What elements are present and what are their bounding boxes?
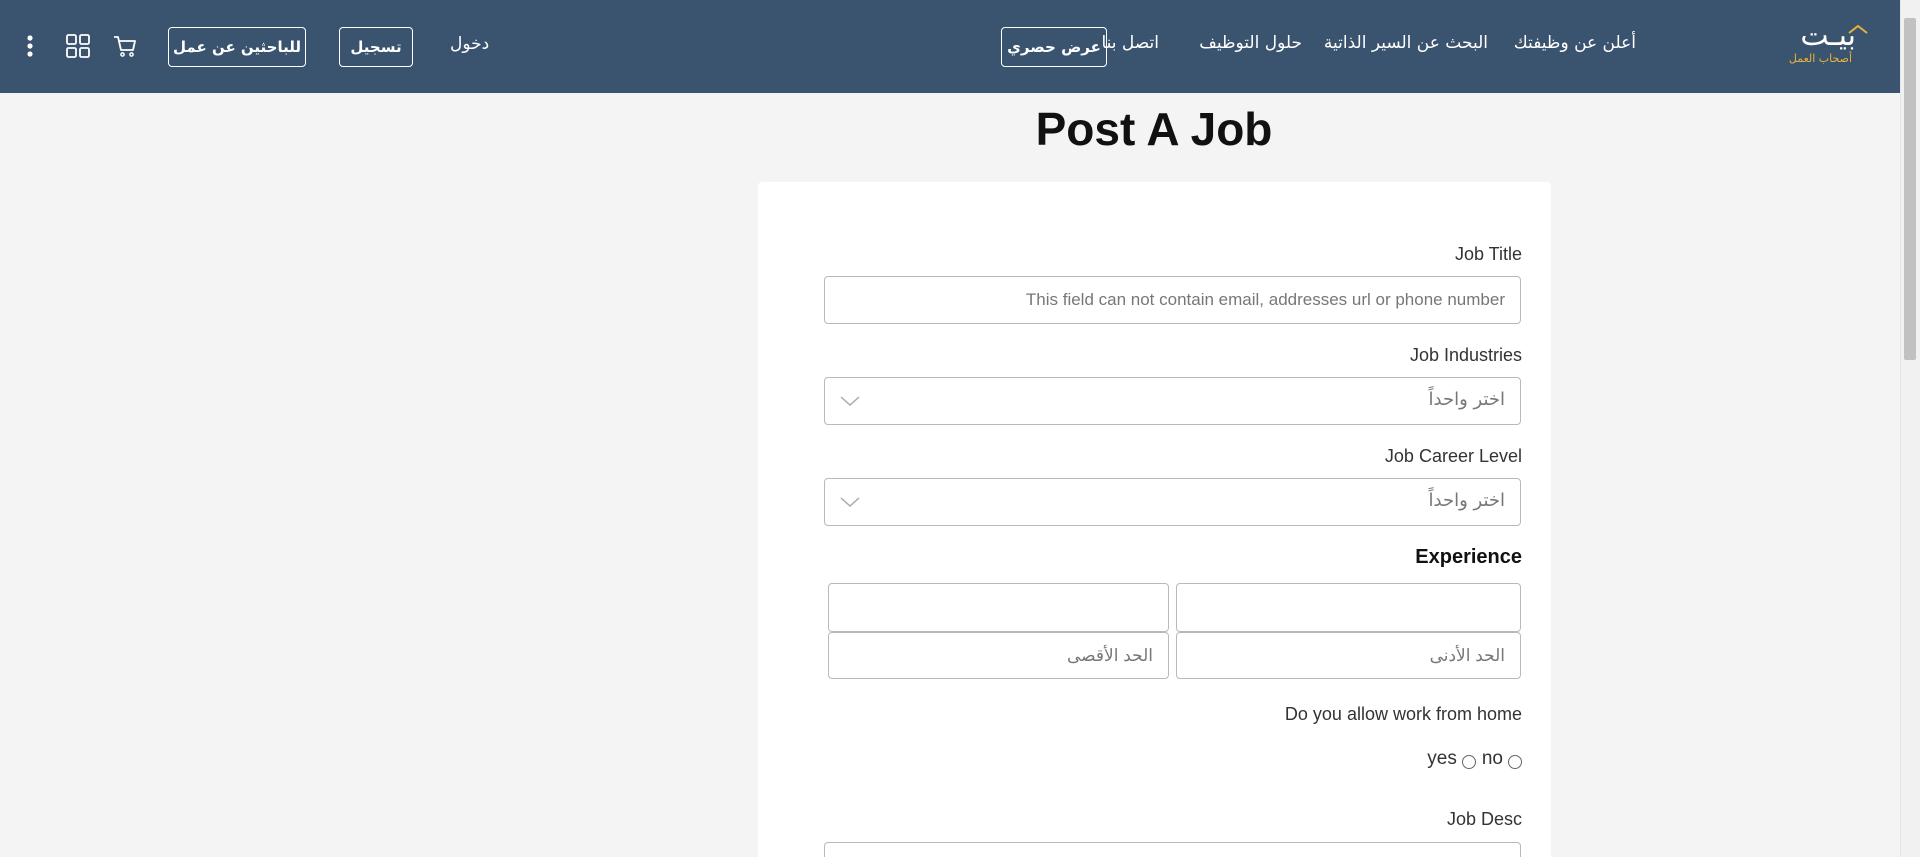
exclusive-offer-button[interactable]: عرض حصري <box>1001 27 1107 67</box>
chevron-down-icon <box>840 497 860 508</box>
job-industries-label: Job Industries <box>1409 345 1522 365</box>
experience-min-select[interactable] <box>1176 583 1521 632</box>
experience-max-placeholder: الحد الأقصى <box>1067 645 1153 665</box>
chevron-down-icon <box>840 396 860 407</box>
apps-grid-icon[interactable] <box>64 32 92 60</box>
top-navbar: بيـت أصحاب العمل أعلن عن وظيفتك البحث عن… <box>0 0 1900 93</box>
page-title: Post A Job <box>1035 103 1273 155</box>
experience-max-select[interactable] <box>828 583 1169 632</box>
wfh-no-radio[interactable] <box>1508 755 1522 769</box>
nav-cv-search[interactable]: البحث عن السير الذاتية <box>1324 33 1488 53</box>
job-career-level-label: Job Career Level <box>1384 446 1522 466</box>
job-industries-value: اختر واحداً <box>1428 389 1505 410</box>
job-title-label: Job Title <box>1454 244 1522 264</box>
experience-label: Experience <box>1415 546 1522 568</box>
wfh-no-label: no <box>1481 748 1503 769</box>
logo-subtitle: أصحاب العمل <box>1788 52 1852 65</box>
jobseekers-button[interactable]: للباحثين عن عمل <box>168 27 306 67</box>
experience-min-input[interactable]: الحد الأدنى <box>1176 632 1521 679</box>
experience-max-input[interactable]: الحد الأقصى <box>828 632 1169 679</box>
experience-min-placeholder: الحد الأدنى <box>1429 645 1505 665</box>
work-from-home-label: Do you allow work from home <box>1284 704 1522 724</box>
job-career-level-select[interactable]: اختر واحداً <box>824 478 1521 526</box>
wfh-yes-radio[interactable] <box>1461 755 1476 769</box>
login-link[interactable]: دخول <box>450 34 489 54</box>
job-industries-select[interactable]: اختر واحداً <box>824 377 1521 425</box>
wfh-yes-label: yes <box>1427 748 1457 769</box>
nav-post-job[interactable]: أعلن عن وظيفتك <box>1514 33 1636 53</box>
nav-hiring-solutions[interactable]: حلول التوظيف <box>1199 33 1302 53</box>
job-career-level-value: اختر واحداً <box>1428 490 1505 511</box>
job-desc-label: Job Desc <box>1446 809 1522 829</box>
job-title-input[interactable]: This field can not contain email, addres… <box>824 276 1521 324</box>
cart-icon[interactable] <box>111 32 139 60</box>
job-title-placeholder: This field can not contain email, addres… <box>1025 290 1505 309</box>
register-button[interactable]: تسجيل <box>339 27 413 67</box>
logo-caret-icon <box>1848 24 1868 34</box>
job-desc-textarea[interactable] <box>824 842 1521 857</box>
kebab-menu-icon[interactable] <box>20 32 40 60</box>
page-scrollbar-thumb[interactable] <box>1904 18 1916 360</box>
site-logo[interactable]: بيـت أصحاب العمل <box>1774 18 1870 68</box>
work-from-home-options: yes no <box>1427 748 1522 770</box>
nav-contact[interactable]: اتصل بنا <box>1101 33 1159 53</box>
